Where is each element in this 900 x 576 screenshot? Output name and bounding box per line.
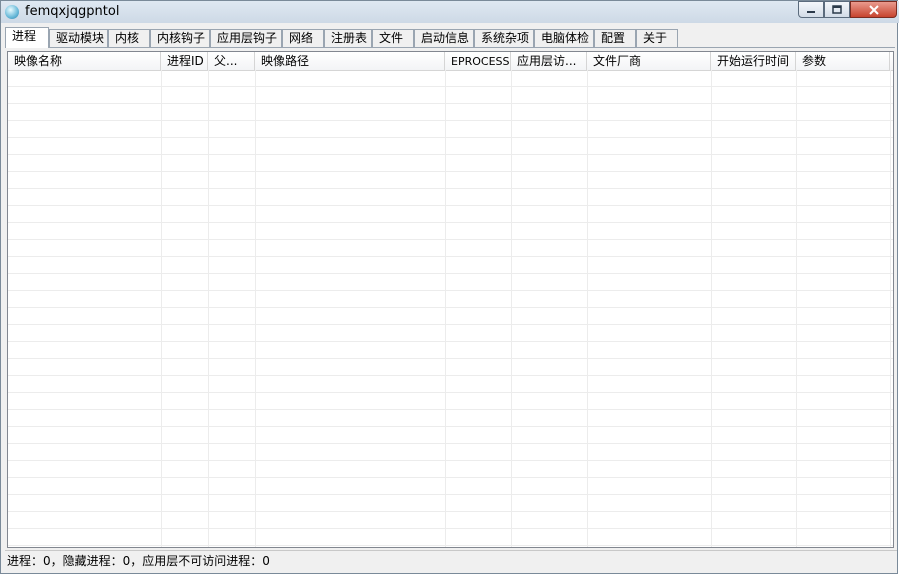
column-divider [161, 70, 162, 547]
column-header-file-vendor[interactable]: 文件厂商 [587, 52, 711, 70]
main-window: femqxjqgpntol 进程 驱动模块 内核 内核钩子 应用层钩子 网络 注… [0, 0, 899, 574]
column-header-pid[interactable]: 进程ID [161, 52, 208, 70]
tab-strip-divider [5, 47, 895, 48]
column-divider [208, 70, 209, 547]
window-title: femqxjqgpntol [25, 4, 120, 19]
column-header-start-time[interactable]: 开始运行时间 [711, 52, 796, 70]
tab-strip: 进程 驱动模块 内核 内核钩子 应用层钩子 网络 注册表 文件 启动信息 系统杂… [5, 27, 895, 48]
tab-kernel-hooks[interactable]: 内核钩子 [150, 29, 210, 47]
column-header-user-access[interactable]: 应用层访... [511, 52, 587, 70]
column-divider [587, 70, 588, 547]
status-bar: 进程：0，隐藏进程：0，应用层不可访问进程：0 [5, 550, 897, 571]
tab-startup-info[interactable]: 启动信息 [414, 29, 474, 47]
column-divider [255, 70, 256, 547]
tab-kernel[interactable]: 内核 [108, 29, 150, 47]
tab-config[interactable]: 配置 [594, 29, 636, 47]
list-body[interactable] [8, 70, 893, 547]
tab-network[interactable]: 网络 [282, 29, 324, 47]
tab-system-misc[interactable]: 系统杂项 [474, 29, 534, 47]
maximize-icon [832, 5, 842, 14]
close-button[interactable] [850, 1, 897, 18]
column-divider [711, 70, 712, 547]
minimize-icon [807, 10, 815, 13]
tab-user-hooks[interactable]: 应用层钩子 [210, 29, 282, 47]
process-list[interactable]: 映像名称 进程ID 父... 映像路径 EPROCESS 应用层访... 文件厂… [7, 51, 894, 548]
minimize-button[interactable] [798, 1, 824, 18]
column-header-image-name[interactable]: 映像名称 [8, 52, 161, 70]
close-icon [868, 4, 879, 15]
list-header: 映像名称 进程ID 父... 映像路径 EPROCESS 应用层访... 文件厂… [8, 52, 893, 71]
app-icon [5, 5, 19, 19]
column-divider [890, 70, 891, 547]
tab-about[interactable]: 关于 [636, 29, 678, 47]
column-header-image-path[interactable]: 映像路径 [255, 52, 445, 70]
column-header-arguments[interactable]: 参数 [796, 52, 890, 70]
column-divider [511, 70, 512, 547]
tab-files[interactable]: 文件 [372, 29, 414, 47]
tab-process[interactable]: 进程 [5, 27, 49, 48]
maximize-button[interactable] [824, 1, 850, 18]
column-header-parent[interactable]: 父... [208, 52, 255, 70]
column-divider [796, 70, 797, 547]
tab-registry[interactable]: 注册表 [324, 29, 372, 47]
column-divider [445, 70, 446, 547]
column-header-eprocess[interactable]: EPROCESS [445, 52, 511, 70]
title-bar[interactable]: femqxjqgpntol [1, 1, 899, 23]
tab-driver-modules[interactable]: 驱动模块 [49, 29, 108, 47]
tab-pc-checkup[interactable]: 电脑体检 [534, 29, 594, 47]
